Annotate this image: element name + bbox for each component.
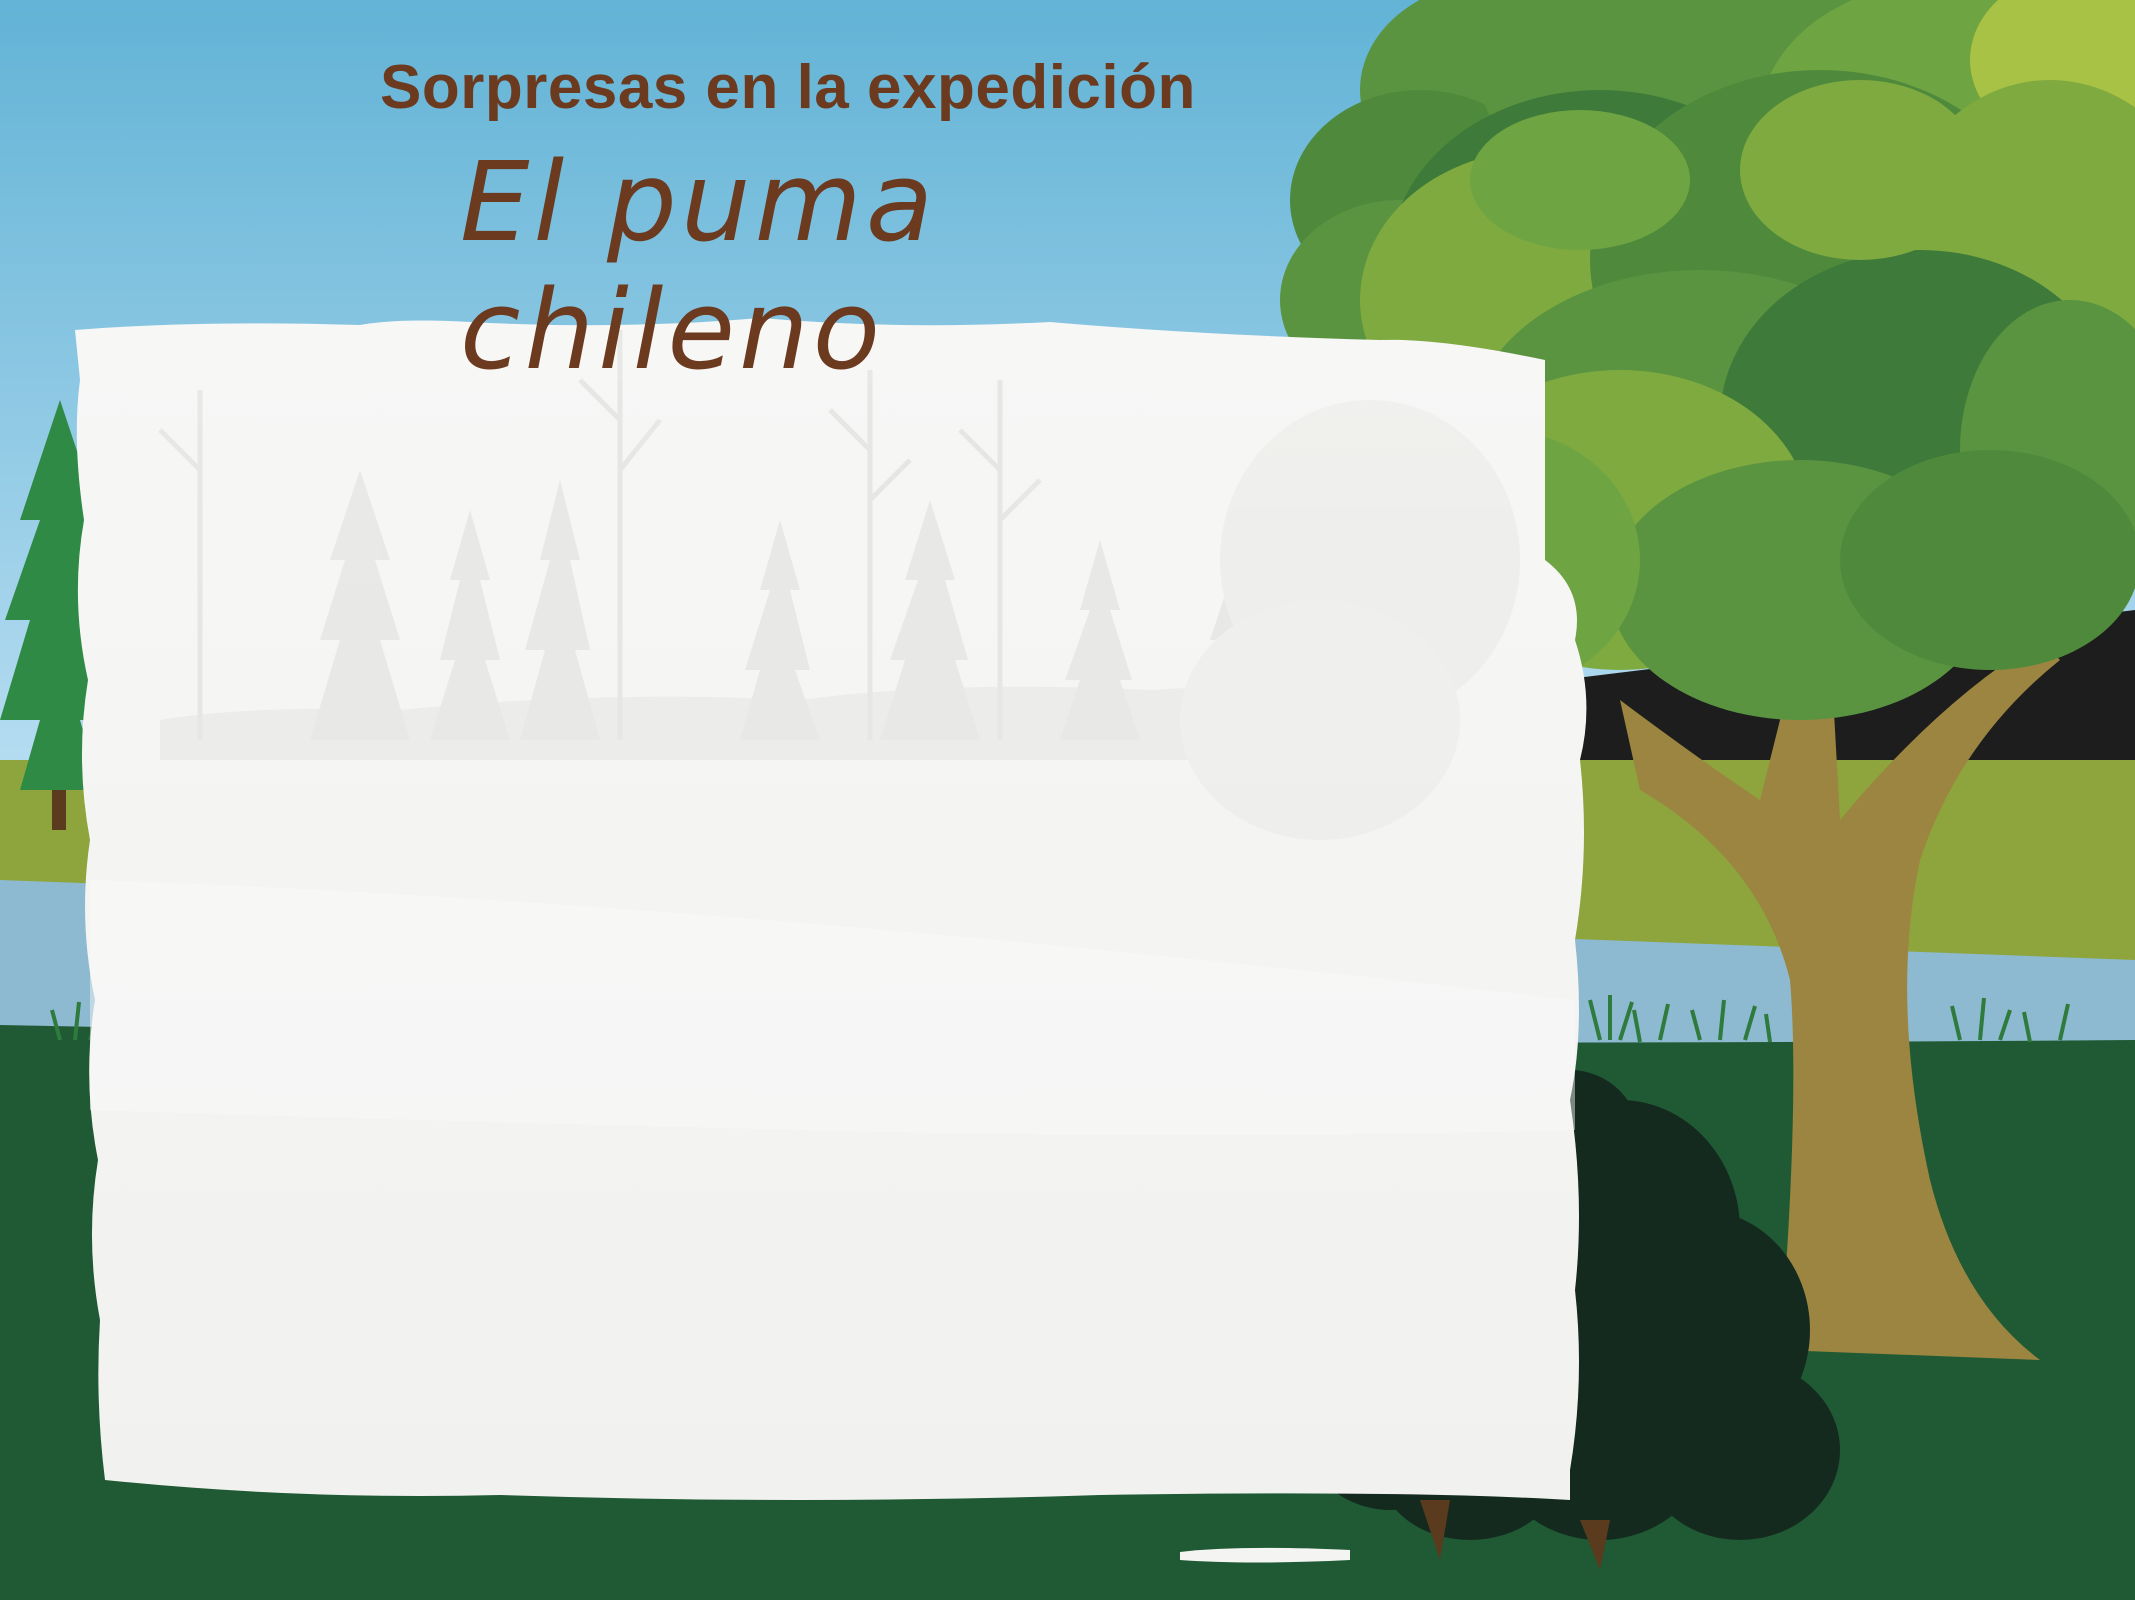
content-panel bbox=[75, 318, 1587, 1500]
slide-subtitle: Sorpresas en la expedición bbox=[380, 53, 1196, 122]
slide-scene: Sorpresas en la expedición El puma chile… bbox=[0, 0, 2135, 1600]
ground-highlight bbox=[1180, 1547, 1350, 1563]
slide-title: El puma chileno bbox=[460, 138, 938, 394]
